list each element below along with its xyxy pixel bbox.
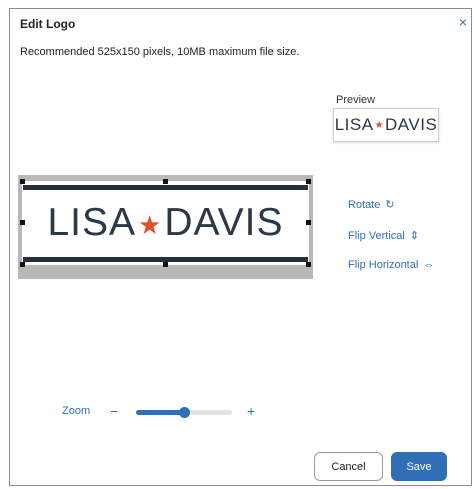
flip-vertical-label: Flip Vertical — [348, 230, 405, 242]
logo-top-band — [23, 185, 308, 190]
crop-handle-bottom-left[interactable] — [20, 262, 25, 267]
edit-logo-dialog: Edit Logo × Recommended 525x150 pixels, … — [9, 8, 472, 486]
logo-text-left: LISA — [47, 201, 137, 244]
crop-handle-top-center[interactable] — [163, 179, 168, 184]
crop-handle-bottom-center[interactable] — [163, 262, 168, 267]
rotate-button[interactable]: Rotate ↻ — [348, 198, 395, 211]
dialog-subtitle: Recommended 525x150 pixels, 10MB maximum… — [20, 46, 300, 58]
flip-horizontal-label: Flip Horizontal — [348, 259, 419, 271]
preview-star-icon: ★ — [374, 119, 385, 131]
cancel-button[interactable]: Cancel — [314, 452, 383, 481]
zoom-label: Zoom — [62, 405, 91, 417]
rotate-label: Rotate — [348, 199, 381, 211]
zoom-slider-fill — [136, 410, 184, 415]
flip-vertical-icon: ⇕ — [409, 230, 420, 242]
rotate-icon: ↻ — [385, 199, 395, 211]
preview-logo: LISA ★ DAVIS — [333, 108, 439, 142]
zoom-in-icon[interactable]: + — [247, 403, 255, 419]
zoom-out-icon[interactable]: − — [110, 403, 118, 419]
preview-logo-left: LISA — [334, 115, 374, 134]
preview-logo-right: DAVIS — [385, 115, 438, 134]
crop-handle-middle-left[interactable] — [20, 220, 25, 225]
preview-label: Preview — [336, 94, 376, 106]
dialog-title: Edit Logo — [20, 17, 76, 31]
zoom-slider[interactable] — [136, 407, 232, 418]
logo-star-icon: ★ — [138, 209, 163, 240]
flip-horizontal-button[interactable]: Flip Horizontal ⇔ — [348, 259, 434, 271]
crop-area[interactable]: LISA★DAVIS — [18, 175, 313, 279]
close-icon[interactable]: × — [459, 15, 467, 29]
crop-handle-bottom-right[interactable] — [306, 262, 311, 267]
logo-text-right: DAVIS — [164, 201, 284, 244]
crop-handle-middle-right[interactable] — [306, 220, 311, 225]
logo-image: LISA★DAVIS — [23, 198, 308, 250]
crop-frame[interactable]: LISA★DAVIS — [22, 181, 309, 265]
crop-handle-top-right[interactable] — [306, 179, 311, 184]
zoom-control: Zoom − + — [62, 403, 272, 419]
crop-handle-top-left[interactable] — [20, 179, 25, 184]
flip-horizontal-icon: ⇔ — [423, 259, 435, 271]
flip-vertical-button[interactable]: Flip Vertical ⇕ — [348, 229, 419, 242]
zoom-slider-knob[interactable] — [178, 407, 190, 418]
save-button[interactable]: Save — [391, 452, 447, 481]
